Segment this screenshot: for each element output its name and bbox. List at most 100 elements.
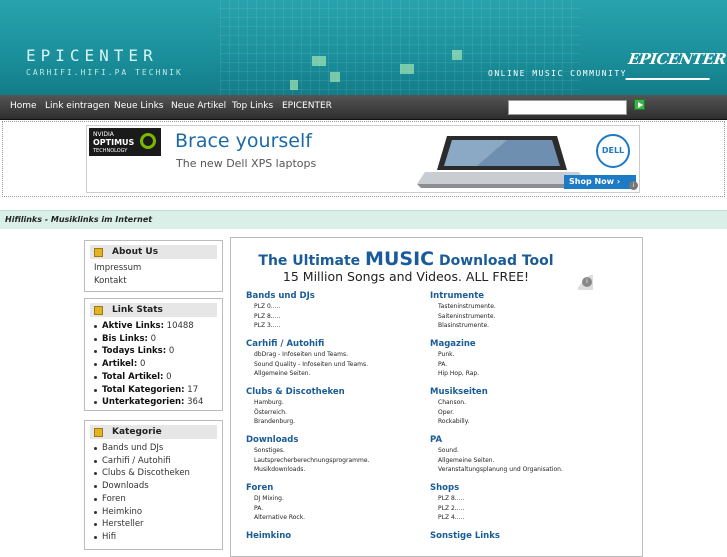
stat-label: Bis Links: (102, 333, 148, 344)
sidebar-category-link[interactable]: Clubs & Discotheken (94, 467, 222, 480)
stat-value: 0 (166, 371, 172, 382)
subcategory-link[interactable]: Tasteninstrumente. (430, 302, 610, 312)
category-block: Clubs & Discotheken Hamburg. Österreich. Br… (246, 386, 426, 427)
category-title-link[interactable]: Shops (430, 482, 610, 494)
ad-info-icon[interactable] (578, 275, 593, 290)
sidebar-category-link[interactable]: Hersteller (94, 518, 222, 531)
subcategory-link[interactable]: Alternative Rock. (246, 513, 426, 523)
subcategory-link[interactable]: Sonstiges. (246, 446, 426, 456)
ad-subline: The new Dell XPS laptops (176, 157, 317, 170)
search-input[interactable] (508, 100, 627, 115)
stat-artikel: Artikel: 0 (94, 358, 222, 371)
header-glow-dot (400, 64, 414, 74)
subcategory-link[interactable]: Musikdownloads. (246, 465, 426, 475)
category-title-link[interactable]: Foren (246, 482, 426, 494)
sidebar-category-link[interactable]: Carhifi / Autohifi (94, 455, 222, 468)
sidebar-item-kontakt[interactable]: Kontakt (94, 275, 222, 288)
ad-title-pre: The Ultimate (258, 253, 361, 269)
category-title-link[interactable]: Musikseiten (430, 386, 610, 398)
stat-unterkategorien: Unterkategorien: 364 (94, 396, 222, 409)
subcategory-link[interactable]: dbDrag - Infoseiten und Teams. (246, 350, 426, 360)
link-stats-title-text: Link Stats (112, 305, 163, 315)
subcategory-link[interactable]: PLZ 2..... (430, 504, 610, 514)
category-title-link[interactable]: Intrumente (430, 290, 610, 302)
nav-neue-links[interactable]: Neue Links (114, 101, 164, 111)
subcategory-link[interactable]: Lautsprecherberechnungsprogramme. (246, 456, 426, 466)
bullet-square-icon (94, 428, 103, 437)
subcategory-link[interactable]: PLZ 8..... (246, 312, 426, 322)
subcategory-link[interactable]: Punk. (430, 350, 610, 360)
category-block: Musikseiten Chanson. Oper. Rockabilly. (430, 386, 610, 427)
category-title-link[interactable]: Sonstige Links (430, 530, 610, 542)
subcategory-link[interactable]: PLZ 3..... (246, 321, 426, 331)
subcategory-link[interactable]: PLZ 4..... (430, 513, 610, 523)
sidebar-category-link[interactable]: Bands und DJs (94, 442, 222, 455)
subcategory-link[interactable]: Veranstaltungsplanung und Organisation. (430, 465, 610, 475)
nav-home[interactable]: Home (10, 101, 37, 111)
nvidia-optimus-badge: NVIDIA OPTIMUS TECHNOLOGY (89, 128, 161, 156)
laptop-image (417, 136, 587, 188)
subcategory-link[interactable]: Sound. (430, 446, 610, 456)
sidebar-item-impressum[interactable]: Impressum (94, 262, 222, 275)
nav-epicenter[interactable]: EPICENTER (282, 101, 332, 111)
subcategory-link[interactable]: PLZ 0..... (246, 302, 426, 312)
category-title-link[interactable]: PA (430, 434, 610, 446)
subcategory-link[interactable]: PLZ 8..... (430, 494, 610, 504)
sidebar-category-link[interactable]: Hifi (94, 531, 222, 544)
category-block: Shops PLZ 8..... PLZ 2..... PLZ 4..... (430, 482, 610, 523)
link-stats-title: Link Stats (90, 303, 217, 317)
category-block: Heimkino (246, 530, 426, 542)
stat-todays-links: Todays Links: 0 (94, 345, 222, 358)
subcategory-link[interactable]: Hamburg. (246, 398, 426, 408)
subcategory-link[interactable]: PA. (246, 504, 426, 514)
subcategory-link[interactable]: PA. (430, 360, 610, 370)
category-title-text: Kategorie (112, 427, 162, 437)
subcategory-link[interactable]: Chanson. (430, 398, 610, 408)
ad-info-icon[interactable]: i (629, 181, 638, 190)
subcategory-link[interactable]: Österreich. (246, 408, 426, 418)
nav-neue-artikel[interactable]: Neue Artikel (171, 101, 226, 111)
subcategory-link[interactable]: Allgemeine Seiten. (430, 456, 610, 466)
site-title: EPICENTER (26, 46, 158, 65)
subcategory-link[interactable]: Oper. (430, 408, 610, 418)
category-title-link[interactable]: Heimkino (246, 530, 426, 542)
stat-value: 10488 (166, 321, 194, 331)
subcategory-link[interactable]: Saiteninstrumente. (430, 312, 610, 322)
subcategory-link[interactable]: Allgemeine Seiten. (246, 369, 426, 379)
subcategory-link[interactable]: Hip Hop, Rap. (430, 369, 610, 379)
subcategory-link[interactable]: Sound Quality - Infoseiten und Teams. (246, 360, 426, 370)
stat-value: 364 (187, 397, 204, 408)
category-title-link[interactable]: Bands und DJs (246, 290, 426, 302)
header-glow-dot (312, 56, 326, 66)
shop-now-button[interactable]: Shop Now › (564, 175, 636, 189)
community-tagline: ONLINE MUSIC COMMUNITY (488, 69, 627, 78)
main-content: The Ultimate MUSIC Download Tool 15 Mill… (230, 237, 643, 557)
sidebar-category-link[interactable]: Downloads (94, 480, 222, 493)
search-go-button[interactable] (634, 99, 645, 110)
category-block: Intrumente Tasteninstrumente. Saiteninstru… (430, 290, 610, 331)
music-ad-title[interactable]: The Ultimate MUSIC Download Tool (231, 248, 581, 270)
header-grid-pattern (220, 0, 580, 95)
category-title-link[interactable]: Downloads (246, 434, 426, 446)
category-title-link[interactable]: Carhifi / Autohifi (246, 338, 426, 350)
nav-top-links[interactable]: Top Links (232, 101, 273, 111)
stat-value: 0 (150, 333, 157, 344)
category-title-link[interactable]: Clubs & Discotheken (246, 386, 426, 398)
stat-total-kategorien: Total Kategorien: 17 (94, 384, 222, 397)
stat-aktive-links: Aktive Links: 10488 (94, 320, 222, 333)
header-glow-dot (452, 50, 462, 60)
epicenter-logo[interactable]: EPICENTER (625, 44, 727, 80)
ad-headline: Brace yourself (175, 130, 312, 152)
subcategory-link[interactable]: Brandenburg. (246, 417, 426, 427)
subcategory-link[interactable]: Blasinstrumente. (430, 321, 610, 331)
nav-link-eintragen[interactable]: Link eintragen (45, 101, 110, 111)
sidebar-category-link[interactable]: Heimkino (94, 506, 222, 519)
stat-label: Unterkategorien: (102, 397, 185, 408)
sidebar-category-link[interactable]: Foren (94, 493, 222, 506)
subcategory-link[interactable]: DJ Mixing. (246, 494, 426, 504)
optimus-icon (140, 133, 156, 149)
subcategory-link[interactable]: Rockabilly. (430, 417, 610, 427)
category-title-link[interactable]: Magazine (430, 338, 610, 350)
music-ad-subtitle[interactable]: 15 Million Songs and Videos. ALL FREE! (231, 269, 581, 284)
banner-ad[interactable]: NVIDIA OPTIMUS TECHNOLOGY Brace yourself… (86, 125, 640, 193)
